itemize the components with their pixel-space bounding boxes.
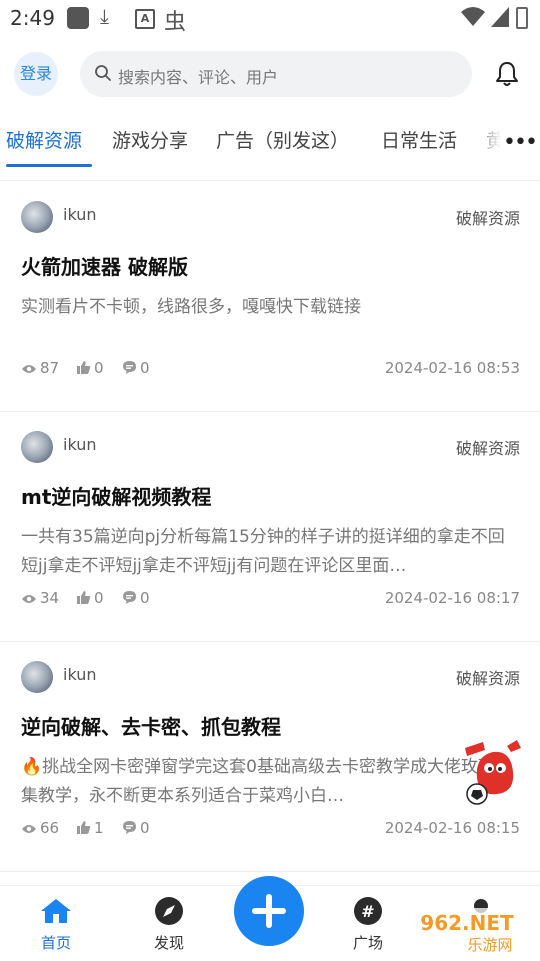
post-excerpt: 一共有35篇逆向pj分析每篇15分钟的样子讲的挺详细的拿走不回短jj拿走不评短j…: [21, 527, 505, 576]
status-time: 2:49: [10, 6, 55, 30]
site-watermark: 962.NET 乐游网: [400, 908, 535, 956]
hashtag-icon: #: [354, 897, 382, 925]
top-bar: 登录 搜索内容、评论、用户: [0, 48, 540, 100]
search-placeholder: 搜索内容、评论、用户: [118, 68, 279, 87]
comment-count[interactable]: 0: [122, 359, 150, 377]
battery-icon: [516, 7, 528, 29]
search-icon: [95, 65, 111, 81]
bug-icon: 虫: [164, 10, 187, 35]
avatar[interactable]: [21, 661, 53, 693]
notification-bell-icon[interactable]: [494, 60, 520, 88]
like-count[interactable]: 1: [76, 819, 104, 837]
nav-discover-label: 发现: [153, 934, 184, 952]
avatar[interactable]: [21, 431, 53, 463]
status-bar: 2:49 ⤓ A 虫: [0, 0, 540, 36]
home-icon: [41, 899, 71, 923]
wifi-icon: [461, 7, 485, 26]
add-post-button[interactable]: [234, 876, 304, 946]
view-count: 66: [21, 819, 59, 837]
nav-home[interactable]: 首页: [21, 896, 91, 953]
active-tab-indicator: [6, 164, 92, 167]
comment-icon: [123, 591, 136, 604]
signal-icon: [491, 7, 509, 27]
view-count: 34: [21, 589, 59, 607]
like-count[interactable]: 0: [76, 589, 104, 607]
eye-icon: [22, 825, 36, 833]
like-count[interactable]: 0: [76, 359, 104, 377]
tab-ads[interactable]: 广告（别发这）: [216, 126, 349, 153]
post-author[interactable]: ikun: [63, 205, 97, 224]
search-bar[interactable]: 搜索内容、评论、用户: [80, 51, 472, 97]
compass-icon: [155, 897, 183, 925]
tab-daily-life[interactable]: 日常生活: [381, 126, 457, 153]
nav-discover[interactable]: 发现: [134, 896, 204, 953]
post-date: 2024-02-16 08:15: [384, 819, 520, 837]
comment-count[interactable]: 0: [122, 819, 150, 837]
nav-square-label: 广场: [352, 934, 383, 952]
tab-game-share[interactable]: 游戏分享: [112, 126, 188, 153]
svg-text:#: #: [361, 902, 374, 921]
post-card[interactable]: ikun 破解资源 火箭加速器 破解版 实测看片不卡顿，线路很多，嘎嘎快下载链接…: [0, 181, 540, 412]
post-date: 2024-02-16 08:53: [384, 359, 520, 377]
category-tabs: 破解资源 游戏分享 广告（别发这） 日常生活 黄 •••: [0, 112, 540, 170]
nav-square[interactable]: # 广场: [333, 896, 403, 953]
thumbs-up-icon: [77, 591, 91, 604]
post-excerpt: 实测看片不卡顿，线路很多，嘎嘎快下载链接: [21, 297, 361, 317]
post-author[interactable]: ikun: [63, 435, 97, 454]
view-count: 87: [21, 359, 59, 377]
mascot-sticker: [465, 740, 521, 805]
notification-app-icon: [67, 7, 89, 29]
accessibility-icon: A: [135, 9, 155, 29]
nav-home-label: 首页: [40, 934, 71, 952]
more-tabs-button[interactable]: •••: [503, 130, 538, 155]
avatar[interactable]: [21, 201, 53, 233]
post-title[interactable]: 火箭加速器 破解版: [21, 251, 188, 280]
post-excerpt: 🔥挑战全网卡密弹窗学完这套0基础高级去卡密教学成大佬玫瑰合集教学，永不断更本系列…: [21, 757, 512, 806]
comment-icon: [123, 821, 136, 834]
thumbs-up-icon: [77, 821, 91, 834]
post-title[interactable]: mt逆向破解视频教程: [21, 481, 211, 510]
post-author[interactable]: ikun: [63, 665, 97, 684]
svg-text:962.NET: 962.NET: [420, 911, 514, 935]
post-category[interactable]: 破解资源: [456, 665, 520, 689]
thumbs-up-icon: [77, 361, 91, 374]
comment-count[interactable]: 0: [122, 589, 150, 607]
svg-text:乐游网: 乐游网: [467, 936, 512, 954]
post-category[interactable]: 破解资源: [456, 205, 520, 229]
bottom-navigation: 首页 发现 # 广场 962.NET 乐游网: [0, 876, 540, 961]
eye-icon: [22, 365, 36, 373]
login-button[interactable]: 登录: [14, 52, 58, 96]
tab-crack-resources[interactable]: 破解资源: [6, 126, 82, 153]
comment-icon: [123, 361, 136, 374]
download-icon: ⤓: [100, 4, 109, 28]
post-date: 2024-02-16 08:17: [384, 589, 520, 607]
eye-icon: [22, 595, 36, 603]
post-category[interactable]: 破解资源: [456, 435, 520, 459]
post-title[interactable]: 逆向破解、去卡密、抓包教程: [21, 711, 281, 740]
post-card[interactable]: ikun 破解资源 mt逆向破解视频教程 一共有35篇逆向pj分析每篇15分钟的…: [0, 411, 540, 642]
